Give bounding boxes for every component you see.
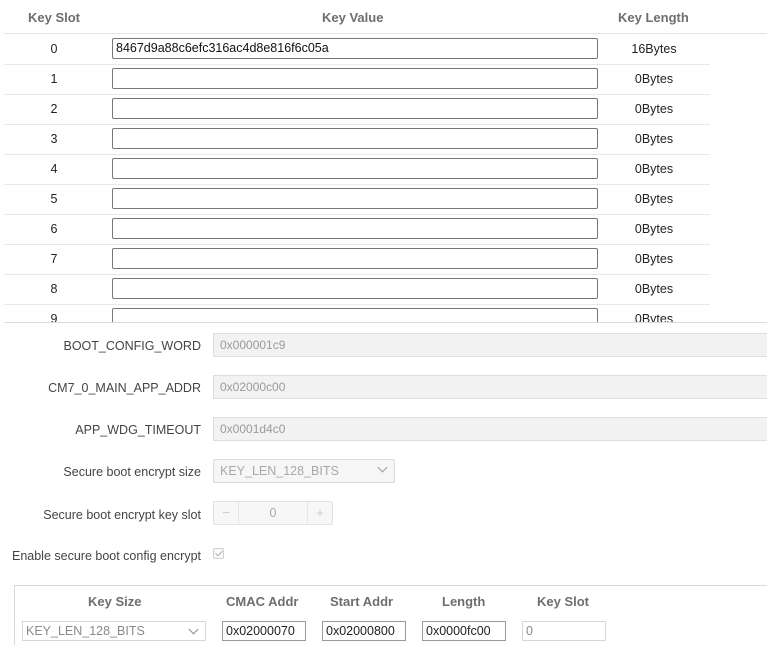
header-key-length: Key Length (618, 10, 689, 25)
key-length: 0Bytes (634, 252, 674, 266)
decrement-button[interactable]: − (214, 502, 239, 524)
key-length: 0Bytes (634, 222, 674, 236)
key-size-value: KEY_LEN_128_BITS (26, 624, 145, 638)
key-value-input-7[interactable] (112, 248, 598, 269)
app-wdg-timeout-field[interactable]: 0x0001d4c0 (213, 417, 767, 441)
key-slot-number: 8 (50, 282, 58, 296)
key-slot-number: 3 (50, 132, 58, 146)
key-slot-input[interactable]: 0 (522, 621, 606, 641)
key-value-input-1[interactable] (112, 68, 598, 89)
encrypt-key-slot-stepper[interactable]: − 0 + (213, 501, 333, 525)
key-value-input-4[interactable] (112, 158, 598, 179)
key-row-1: 1 0Bytes (4, 64, 710, 95)
app-wdg-timeout-label: APP_WDG_TIMEOUT (75, 423, 201, 437)
encrypt-size-label: Secure boot encrypt size (63, 465, 201, 479)
header-key-value: Key Value (322, 10, 384, 25)
enable-encrypt-label: Enable secure boot config encrypt (11, 549, 201, 563)
key-row-7: 7 0Bytes (4, 244, 710, 275)
key-length: 0Bytes (634, 282, 674, 296)
key-length: 0Bytes (634, 132, 674, 146)
encrypt-size-value: KEY_LEN_128_BITS (220, 464, 339, 478)
key-length: 0Bytes (634, 102, 674, 116)
key-length: 0Bytes (634, 312, 674, 323)
key-slot-number: 0 (50, 42, 58, 56)
key-value-input-8[interactable] (112, 278, 598, 299)
key-row-6: 6 0Bytes (4, 214, 710, 245)
enable-encrypt-checkbox[interactable] (213, 548, 224, 559)
key-slot-number: 9 (50, 312, 58, 323)
key-length: 0Bytes (634, 192, 674, 206)
key-value-input-5[interactable] (112, 188, 598, 209)
key-value-input-2[interactable] (112, 98, 598, 119)
key-row-0: 0 8467d9a88c6efc316ac4d8e816f6c05a 16Byt… (4, 34, 710, 65)
key-table: Key Slot Key Value Key Length 0 8467d9a8… (4, 0, 767, 323)
header-key-slot: Key Slot (28, 10, 81, 25)
encrypt-key-slot-label: Secure boot encrypt key slot (43, 508, 201, 522)
encrypt-size-select[interactable]: KEY_LEN_128_BITS (213, 459, 395, 483)
chevron-down-icon (377, 462, 388, 473)
key-slot-number: 2 (50, 102, 58, 116)
key-slot-number: 6 (50, 222, 58, 236)
boot-config-word-field[interactable]: 0x000001c9 (213, 333, 767, 357)
key-slot-number: 5 (50, 192, 58, 206)
cm7-main-app-addr-field[interactable]: 0x02000c00 (213, 375, 767, 399)
key-slot-number: 1 (50, 72, 58, 86)
chevron-down-icon (188, 624, 199, 635)
cmac-table: Key Size CMAC Addr Start Addr Length Key… (14, 585, 767, 645)
encrypt-key-slot-value[interactable]: 0 (238, 506, 308, 520)
header-cmac-addr: CMAC Addr (226, 594, 299, 609)
header-length: Length (442, 594, 486, 609)
key-row-4: 4 0Bytes (4, 154, 710, 185)
key-row-2: 2 0Bytes (4, 94, 710, 125)
key-slot-number: 7 (50, 252, 58, 266)
key-length: 0Bytes (634, 72, 674, 86)
key-value-input-3[interactable] (112, 128, 598, 149)
start-addr-input[interactable]: 0x02000800 (322, 621, 406, 641)
key-length: 0Bytes (634, 162, 674, 176)
key-length: 16Bytes (631, 42, 677, 56)
key-row-8: 8 0Bytes (4, 274, 710, 305)
key-row-9: 9 0Bytes (4, 304, 710, 323)
key-size-select[interactable]: KEY_LEN_128_BITS (22, 621, 206, 641)
header-key-size: Key Size (88, 594, 142, 609)
key-slot-number: 4 (50, 162, 58, 176)
boot-config-word-label: BOOT_CONFIG_WORD (63, 339, 201, 353)
key-value-input-0[interactable]: 8467d9a88c6efc316ac4d8e816f6c05a (112, 38, 598, 59)
key-row-5: 5 0Bytes (4, 184, 710, 215)
key-row-3: 3 0Bytes (4, 124, 710, 155)
header-start-addr: Start Addr (330, 594, 394, 609)
key-table-header: Key Slot Key Value Key Length (4, 0, 767, 34)
cmac-addr-input[interactable]: 0x02000070 (222, 621, 306, 641)
header-key-slot: Key Slot (537, 594, 590, 609)
increment-button[interactable]: + (307, 502, 332, 524)
length-input[interactable]: 0x0000fc00 (422, 621, 506, 641)
cm7-main-app-addr-label: CM7_0_MAIN_APP_ADDR (48, 381, 201, 395)
key-value-input-9[interactable] (112, 308, 598, 322)
key-value-input-6[interactable] (112, 218, 598, 239)
